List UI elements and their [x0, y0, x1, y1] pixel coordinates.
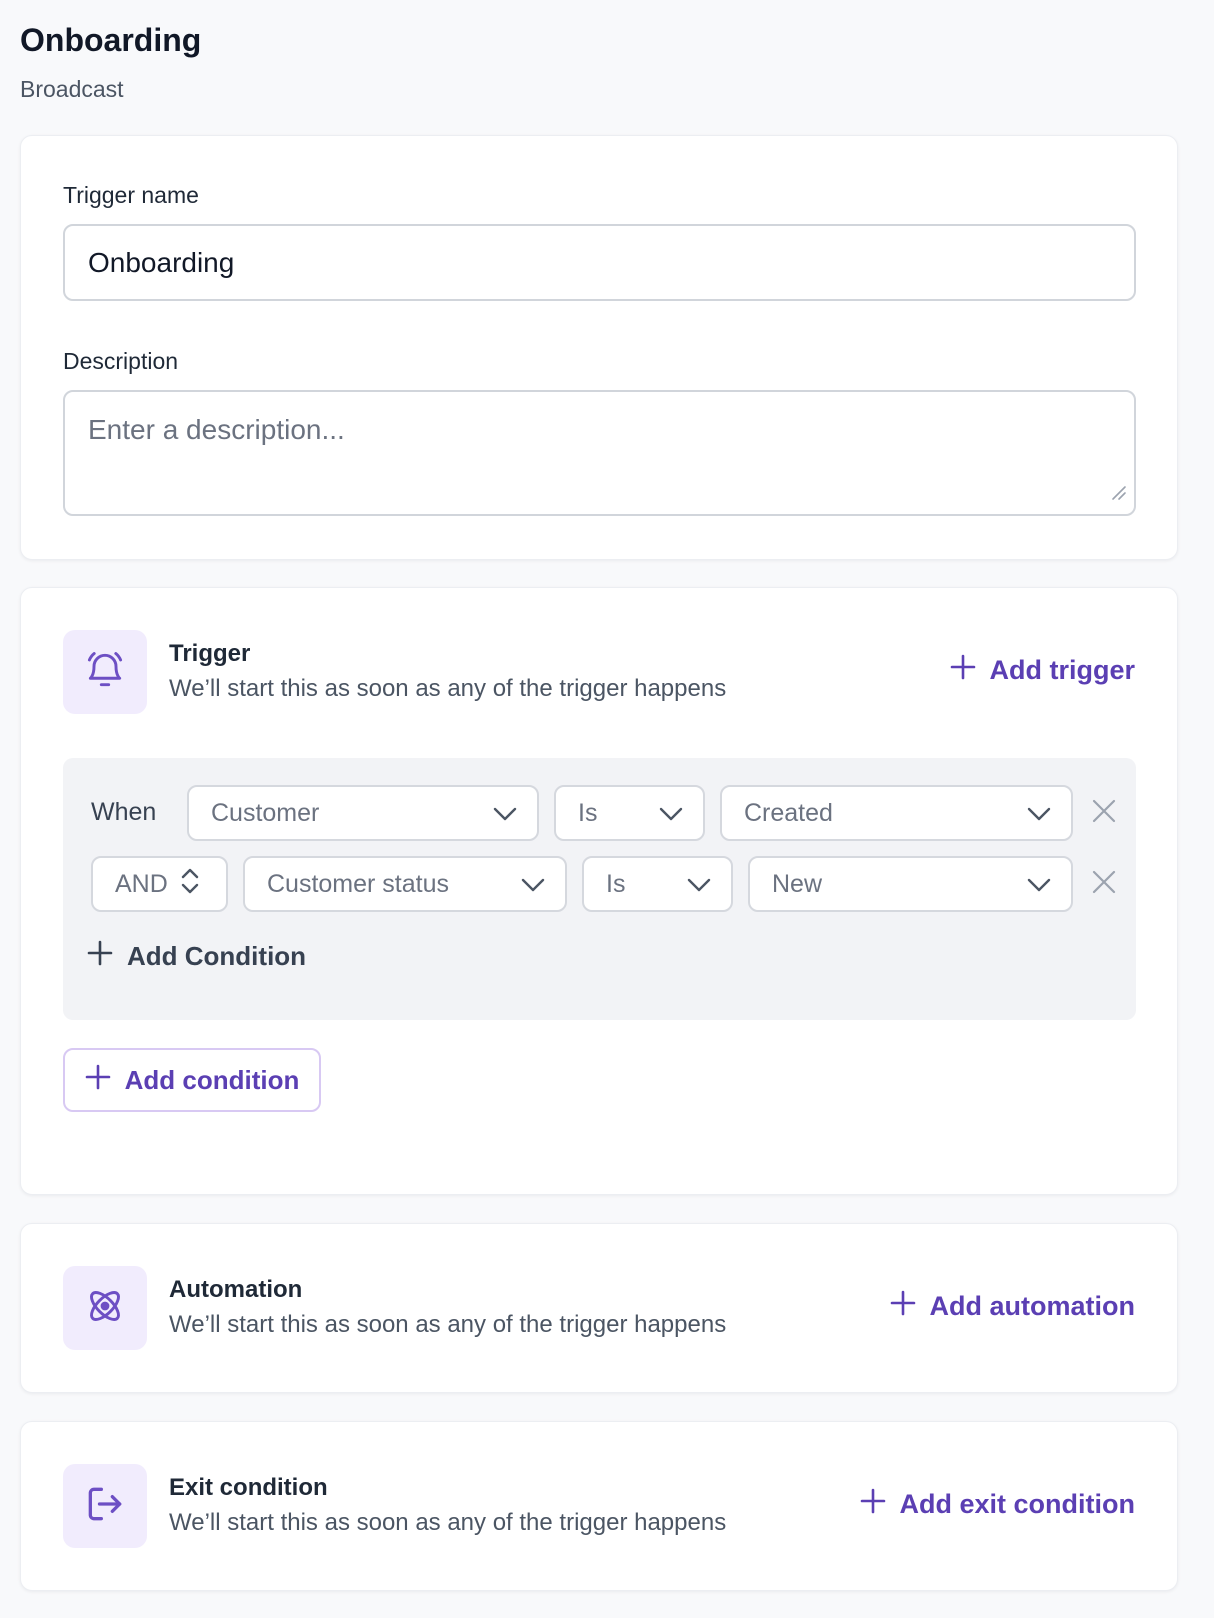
field-select-value: Customer status — [267, 869, 450, 898]
connector-select-value: AND — [115, 869, 168, 898]
when-label: When — [91, 798, 157, 826]
description-label: Description — [63, 348, 179, 374]
trigger-card: Trigger We’ll start this as soon as any … — [20, 587, 1178, 1195]
value-select-1[interactable]: Created — [720, 785, 1073, 841]
chevron-down-icon — [659, 799, 683, 828]
trigger-name-label: Trigger name — [63, 182, 199, 208]
page-title: Onboarding — [20, 22, 202, 58]
page: Onboarding Broadcast Trigger name Descri… — [0, 0, 1214, 1618]
value-select-2-value: New — [772, 869, 823, 898]
plus-icon — [85, 1064, 111, 1097]
bell-icon — [83, 648, 127, 697]
exit-description: We’ll start this as soon as any of the t… — [169, 1509, 727, 1536]
chevron-down-icon — [1027, 870, 1051, 899]
exit-icon-tile — [63, 1464, 147, 1548]
trigger-title: Trigger — [169, 640, 251, 667]
operator-select-2[interactable]: Is — [582, 856, 733, 912]
remove-condition-1-button[interactable] — [1088, 797, 1120, 829]
details-card: Trigger name Description — [20, 135, 1178, 560]
plus-icon — [860, 1488, 886, 1521]
add-condition-inline-label: Add Condition — [127, 941, 307, 971]
operator-select-1[interactable]: Is — [554, 785, 705, 841]
add-condition-inline-button[interactable]: Add Condition — [87, 940, 306, 973]
trigger-description: We’ll start this as soon as any of the t… — [169, 675, 727, 702]
add-trigger-button[interactable]: Add trigger — [950, 654, 1136, 687]
plus-icon — [950, 654, 976, 687]
description-textarea[interactable] — [63, 390, 1136, 516]
chevron-down-icon — [1027, 799, 1051, 828]
add-automation-button[interactable]: Add automation — [890, 1290, 1135, 1323]
close-icon — [1092, 799, 1116, 828]
exit-title: Exit condition — [169, 1474, 328, 1501]
exit-icon — [83, 1482, 127, 1531]
add-condition-label: Add condition — [124, 1064, 300, 1095]
page-subtitle: Broadcast — [20, 76, 124, 102]
add-exit-condition-button[interactable]: Add exit condition — [860, 1488, 1136, 1521]
exit-condition-card: Exit condition We’ll start this as soon … — [20, 1421, 1178, 1591]
resize-grip-icon[interactable] — [1107, 481, 1127, 506]
plus-icon — [87, 940, 113, 973]
close-icon — [1092, 870, 1116, 899]
conditions-panel: When Customer Is Created AND Customer st… — [63, 758, 1136, 1020]
plus-icon — [890, 1290, 916, 1323]
entity-select[interactable]: Customer — [187, 785, 539, 841]
operator-select-1-value: Is — [578, 798, 598, 827]
add-automation-label: Add automation — [929, 1291, 1135, 1321]
chevron-down-icon — [493, 799, 517, 828]
description-wrapper — [21, 390, 1177, 516]
value-select-2[interactable]: New — [748, 856, 1073, 912]
add-exit-condition-label: Add exit condition — [899, 1489, 1136, 1519]
automation-title: Automation — [169, 1276, 303, 1303]
entity-select-value: Customer — [211, 798, 320, 827]
chevron-up-down-icon — [180, 866, 200, 903]
trigger-icon-tile — [63, 630, 147, 714]
trigger-name-input[interactable] — [63, 224, 1136, 301]
automation-card: Automation We’ll start this as soon as a… — [20, 1223, 1178, 1393]
chevron-down-icon — [687, 870, 711, 899]
connector-select[interactable]: AND — [91, 856, 228, 912]
automation-description: We’ll start this as soon as any of the t… — [169, 1311, 727, 1338]
add-trigger-label: Add trigger — [989, 655, 1136, 685]
value-select-1-value: Created — [744, 798, 833, 827]
automation-icon-tile — [63, 1266, 147, 1350]
chevron-down-icon — [521, 870, 545, 899]
field-select[interactable]: Customer status — [243, 856, 567, 912]
atom-icon — [83, 1284, 127, 1333]
operator-select-2-value: Is — [606, 869, 626, 898]
remove-condition-2-button[interactable] — [1088, 868, 1120, 900]
add-condition-button[interactable]: Add condition — [63, 1048, 321, 1112]
